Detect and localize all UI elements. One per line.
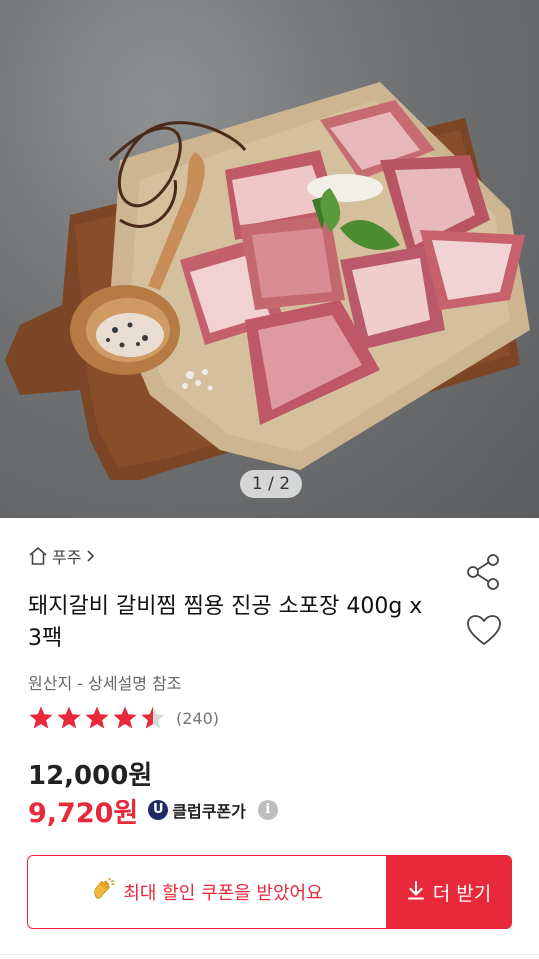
sale-price: 9,720원	[28, 797, 139, 829]
club-badge-icon: U	[148, 800, 169, 820]
chevron-right-icon	[85, 549, 97, 563]
product-image[interactable]: 1 / 2	[0, 0, 539, 518]
get-more-coupons-button[interactable]: 더 받기	[386, 855, 512, 929]
review-count[interactable]: (240)	[176, 709, 219, 728]
product-photo	[5, 82, 530, 480]
share-button[interactable]	[465, 553, 503, 591]
product-origin: 원산지 - 상세설명 참조	[28, 674, 182, 693]
home-icon	[28, 546, 48, 566]
share-icon	[467, 554, 499, 590]
breadcrumb-category: 푸주	[52, 548, 82, 567]
coupon-status-box: 최대 할인 쿠폰을 받았어요	[27, 855, 386, 929]
product-title: 돼지갈비 갈비찜 찜용 진공 소포장 400g x 3팩	[28, 594, 423, 651]
info-icon[interactable]: i	[257, 800, 278, 820]
star-full-icon	[57, 706, 81, 729]
original-price: 12,000원	[28, 761, 153, 791]
star-rating	[28, 705, 170, 731]
club-price-label: 클럽쿠폰가	[172, 802, 246, 821]
image-pager: 1 / 2	[240, 470, 302, 498]
coupon-message: 최대 할인 쿠폰을 받았어요	[123, 883, 323, 904]
star-full-icon	[85, 706, 109, 729]
clapping-hands-icon	[91, 877, 115, 906]
breadcrumb[interactable]: 푸주	[28, 544, 97, 568]
product-rating[interactable]: (240)	[28, 704, 219, 732]
heart-icon	[467, 615, 501, 645]
star-full-icon	[113, 706, 137, 729]
download-icon	[407, 880, 425, 905]
section-divider	[0, 954, 539, 955]
star-full-icon	[29, 706, 53, 729]
get-more-label: 더 받기	[432, 882, 492, 905]
club-price-row: 9,720원 U 클럽쿠폰가 i	[28, 792, 278, 829]
star-half-icon	[141, 706, 165, 729]
wishlist-button[interactable]	[465, 611, 503, 649]
